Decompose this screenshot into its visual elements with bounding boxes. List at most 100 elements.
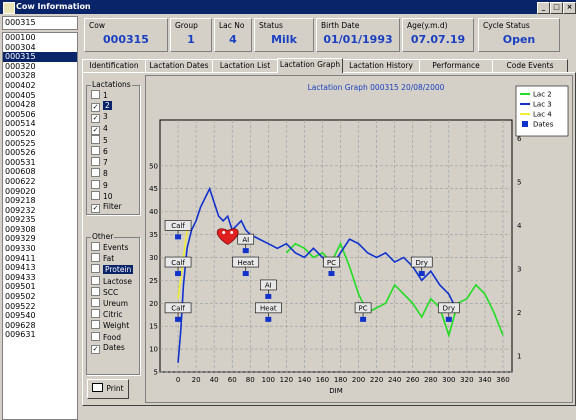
tab-identification[interactable]: Identification (82, 59, 146, 72)
cow-list-item[interactable]: 009501 (3, 282, 77, 292)
lactation-chart[interactable]: Lactation Graph 000315 20/08/2000 0 20 40 60… (145, 75, 573, 403)
cow-list-item[interactable]: 009218 (3, 196, 77, 206)
x-tick-label: 80 (246, 376, 255, 384)
checkbox-box[interactable]: ✓ (91, 344, 100, 354)
checkbox-box[interactable] (91, 90, 100, 99)
checkbox-box[interactable] (91, 309, 100, 319)
tab-performance[interactable]: Performance (419, 59, 493, 72)
other-checkbox-lactose[interactable]: Lactose (91, 275, 132, 286)
checkbox-box[interactable] (91, 168, 100, 178)
cow-list-item[interactable]: 009235 (3, 215, 77, 225)
heart-eye (222, 231, 226, 235)
other-checkbox-ureum[interactable]: Ureum (91, 298, 128, 308)
cow-list-item[interactable]: 000405 (3, 91, 77, 101)
minimize-button[interactable]: _ (537, 2, 550, 14)
cow-label: Cow (89, 21, 105, 30)
cow-list-item[interactable]: 000608 (3, 167, 77, 177)
x-tick-label: 340 (478, 376, 491, 384)
cow-list-item[interactable]: 000525 (3, 139, 77, 149)
checkbox-label: Food (103, 332, 121, 342)
lactations-checkbox-1[interactable]: 1 (91, 90, 108, 100)
cow-list-item[interactable]: 000526 (3, 148, 77, 158)
lactations-checkbox-5[interactable]: 5 (91, 134, 108, 145)
tab-lactation-list[interactable]: Lactation List (212, 59, 278, 72)
maximize-button[interactable]: □ (550, 2, 563, 14)
checkbox-box[interactable] (91, 298, 100, 307)
cow-list-item[interactable]: 009232 (3, 206, 77, 216)
checkbox-box[interactable] (91, 275, 100, 285)
cow-list-item[interactable]: 000531 (3, 158, 77, 168)
lactations-checkbox-4[interactable]: ✓ 4 (91, 124, 108, 135)
lactations-checkbox-8[interactable]: 8 (91, 168, 108, 178)
annotation-label: Calf (171, 305, 185, 313)
plot-area (159, 119, 513, 373)
checkbox-box[interactable]: ✓ (91, 204, 100, 213)
checkbox-box[interactable]: ✓ (91, 103, 100, 113)
tab-code-events[interactable]: Code Events (492, 59, 568, 72)
cow-search-input[interactable]: 000315 (2, 16, 78, 30)
other-checkbox-protein[interactable]: Protein (91, 264, 134, 275)
checkbox-box[interactable]: ✓ (91, 125, 100, 135)
cow-list-item[interactable]: 000520 (3, 129, 77, 139)
checkbox-box[interactable] (91, 264, 100, 274)
checkbox-box[interactable] (91, 179, 100, 189)
other-checkbox-food[interactable]: Food (91, 331, 121, 342)
lactations-checkbox-filter[interactable]: ✓ Filter (91, 202, 122, 213)
lactations-checkbox-3[interactable]: ✓ 3 (91, 112, 108, 124)
other-checkbox-weight[interactable]: Weight (91, 320, 129, 330)
checkbox-box[interactable] (91, 146, 100, 155)
y-tick-label: 35 (149, 231, 158, 239)
cow-list-item[interactable]: 009411 (3, 254, 77, 264)
print-button[interactable]: Print (87, 379, 129, 399)
app-icon (3, 2, 15, 14)
cow-list-item[interactable]: 000402 (3, 81, 77, 91)
lactations-checkbox-2[interactable]: ✓ 2 (91, 101, 112, 113)
lactations-checkbox-7[interactable]: 7 (91, 157, 108, 167)
cow-list-item[interactable]: 000100 (3, 33, 77, 43)
x-tick-label: 320 (460, 376, 473, 384)
close-button[interactable]: × (563, 2, 576, 14)
checkbox-box[interactable] (91, 331, 100, 341)
status-label: Status (259, 21, 283, 30)
checkbox-box[interactable] (91, 134, 100, 144)
cow-list-item[interactable]: 009631 (3, 330, 77, 340)
cow-list-item[interactable]: 009522 (3, 302, 77, 312)
other-checkbox-dates[interactable]: ✓ Dates (91, 343, 125, 354)
other-checkbox-events[interactable]: Events (91, 242, 128, 252)
cow-list[interactable]: 000100 000304 000315 000320 000328 000402 0004… (2, 32, 78, 420)
cow-list-item[interactable]: 000328 (3, 71, 77, 81)
cow-list-item[interactable]: 009020 (3, 187, 77, 197)
cow-list-item[interactable]: 000320 (3, 62, 77, 72)
cow-list-item[interactable]: 000428 (3, 100, 77, 110)
cow-list-item[interactable]: 000514 (3, 119, 77, 129)
cow-list-item[interactable]: 009628 (3, 321, 77, 331)
checkbox-box[interactable] (91, 286, 100, 296)
cow-list-item[interactable]: 000622 (3, 177, 77, 187)
tab-lactation-dates[interactable]: Lactation Dates (145, 59, 213, 72)
other-checkbox-fat[interactable]: Fat (91, 253, 114, 263)
cow-list-item[interactable]: 009502 (3, 292, 77, 302)
lactations-checkbox-10[interactable]: 10 (91, 190, 113, 201)
checkbox-box[interactable] (91, 157, 100, 167)
checkbox-box[interactable] (91, 253, 100, 263)
cow-list-item[interactable]: 009540 (3, 311, 77, 321)
checkbox-box[interactable]: ✓ (91, 114, 100, 124)
cow-list-item[interactable]: 000506 (3, 110, 77, 120)
lactations-checkbox-9[interactable]: 9 (91, 179, 108, 190)
checkbox-box[interactable] (91, 320, 100, 330)
cow-list-item[interactable]: 009329 (3, 234, 77, 244)
cow-list-item[interactable]: 009330 (3, 244, 77, 254)
tab-lactation-graph[interactable]: Lactation Graph (277, 58, 343, 73)
cow-list-item[interactable]: 000304 (3, 43, 77, 53)
lactations-checkbox-6[interactable]: 6 (91, 146, 108, 156)
tab-lactation-history[interactable]: Lactation History (342, 59, 420, 72)
other-checkbox-scc[interactable]: SCC (91, 286, 118, 297)
cow-list-item[interactable]: 009308 (3, 225, 77, 235)
title-bar[interactable]: Cow Information _ □ × (0, 0, 576, 14)
other-checkbox-citric[interactable]: Citric (91, 309, 123, 319)
checkbox-box[interactable] (91, 190, 100, 200)
checkbox-box[interactable] (91, 242, 100, 251)
cow-list-item[interactable]: 000315 (3, 52, 77, 62)
cow-list-item[interactable]: 009413 (3, 263, 77, 273)
cow-list-item[interactable]: 009433 (3, 273, 77, 283)
